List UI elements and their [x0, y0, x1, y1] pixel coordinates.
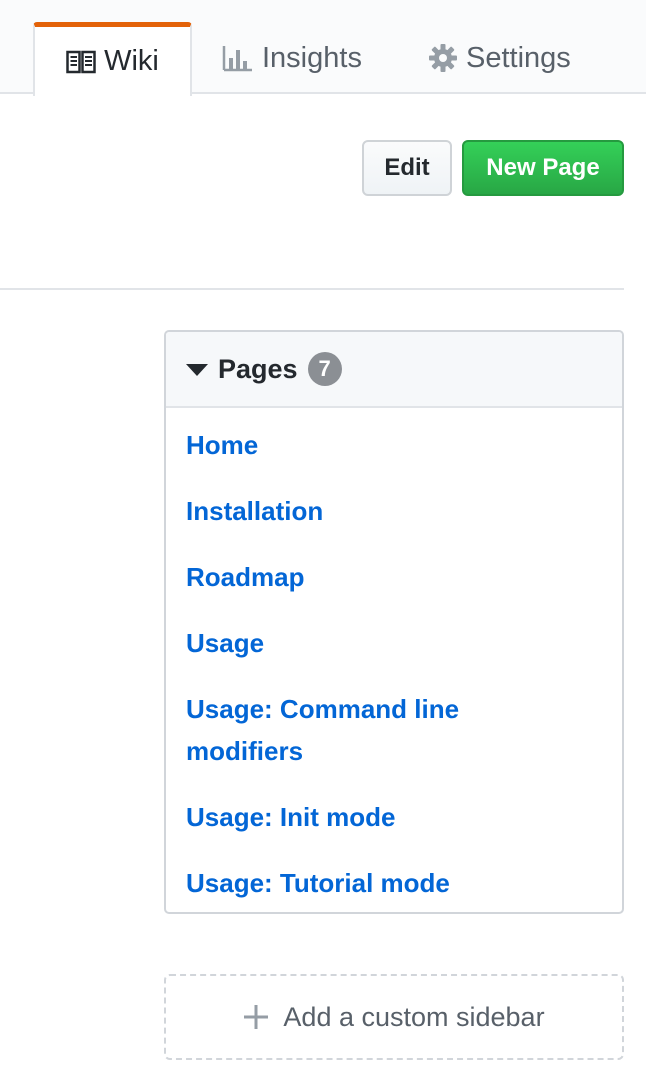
book-icon [66, 50, 96, 74]
add-custom-sidebar-label: Add a custom sidebar [283, 1001, 545, 1032]
tab-insights-label: Insights [262, 41, 362, 74]
page-link-usage-init-mode[interactable]: Usage: Init mode [186, 796, 602, 838]
page-link-usage[interactable]: Usage [186, 622, 602, 664]
gear-icon [428, 43, 458, 73]
page-link-roadmap[interactable]: Roadmap [186, 556, 602, 598]
repo-nav-tabs: Wiki Insights Settings [0, 0, 646, 96]
tab-insights[interactable]: Insights [222, 22, 372, 94]
edit-button[interactable]: Edit [362, 140, 452, 196]
add-custom-sidebar-button[interactable]: Add a custom sidebar [164, 974, 624, 1060]
page-link-installation[interactable]: Installation [186, 490, 602, 532]
page-link-home[interactable]: Home [186, 424, 602, 466]
header-divider [0, 288, 624, 290]
pages-header-toggle[interactable]: Pages 7 [166, 332, 622, 408]
tab-settings[interactable]: Settings [428, 22, 588, 94]
pages-count-badge: 7 [307, 352, 342, 386]
pages-list: Home Installation Roadmap Usage Usage: C… [166, 408, 622, 904]
page-link-usage-command-line-modifiers[interactable]: Usage: Command line modifiers [186, 688, 506, 772]
pages-title: Pages [218, 353, 298, 384]
pages-sidebar: Pages 7 Home Installation Roadmap Usage … [164, 330, 624, 914]
tab-settings-label: Settings [466, 41, 571, 74]
new-page-button[interactable]: New Page [462, 140, 624, 196]
tab-wiki[interactable]: Wiki [33, 22, 192, 96]
wiki-page: Wiki Insights Settings Edit New Page Pag… [0, 0, 646, 1072]
graph-icon [222, 44, 254, 72]
page-link-usage-tutorial-mode[interactable]: Usage: Tutorial mode [186, 862, 602, 904]
caret-down-icon [186, 364, 208, 376]
plus-icon [243, 1004, 269, 1030]
tab-wiki-label: Wiki [104, 45, 159, 77]
